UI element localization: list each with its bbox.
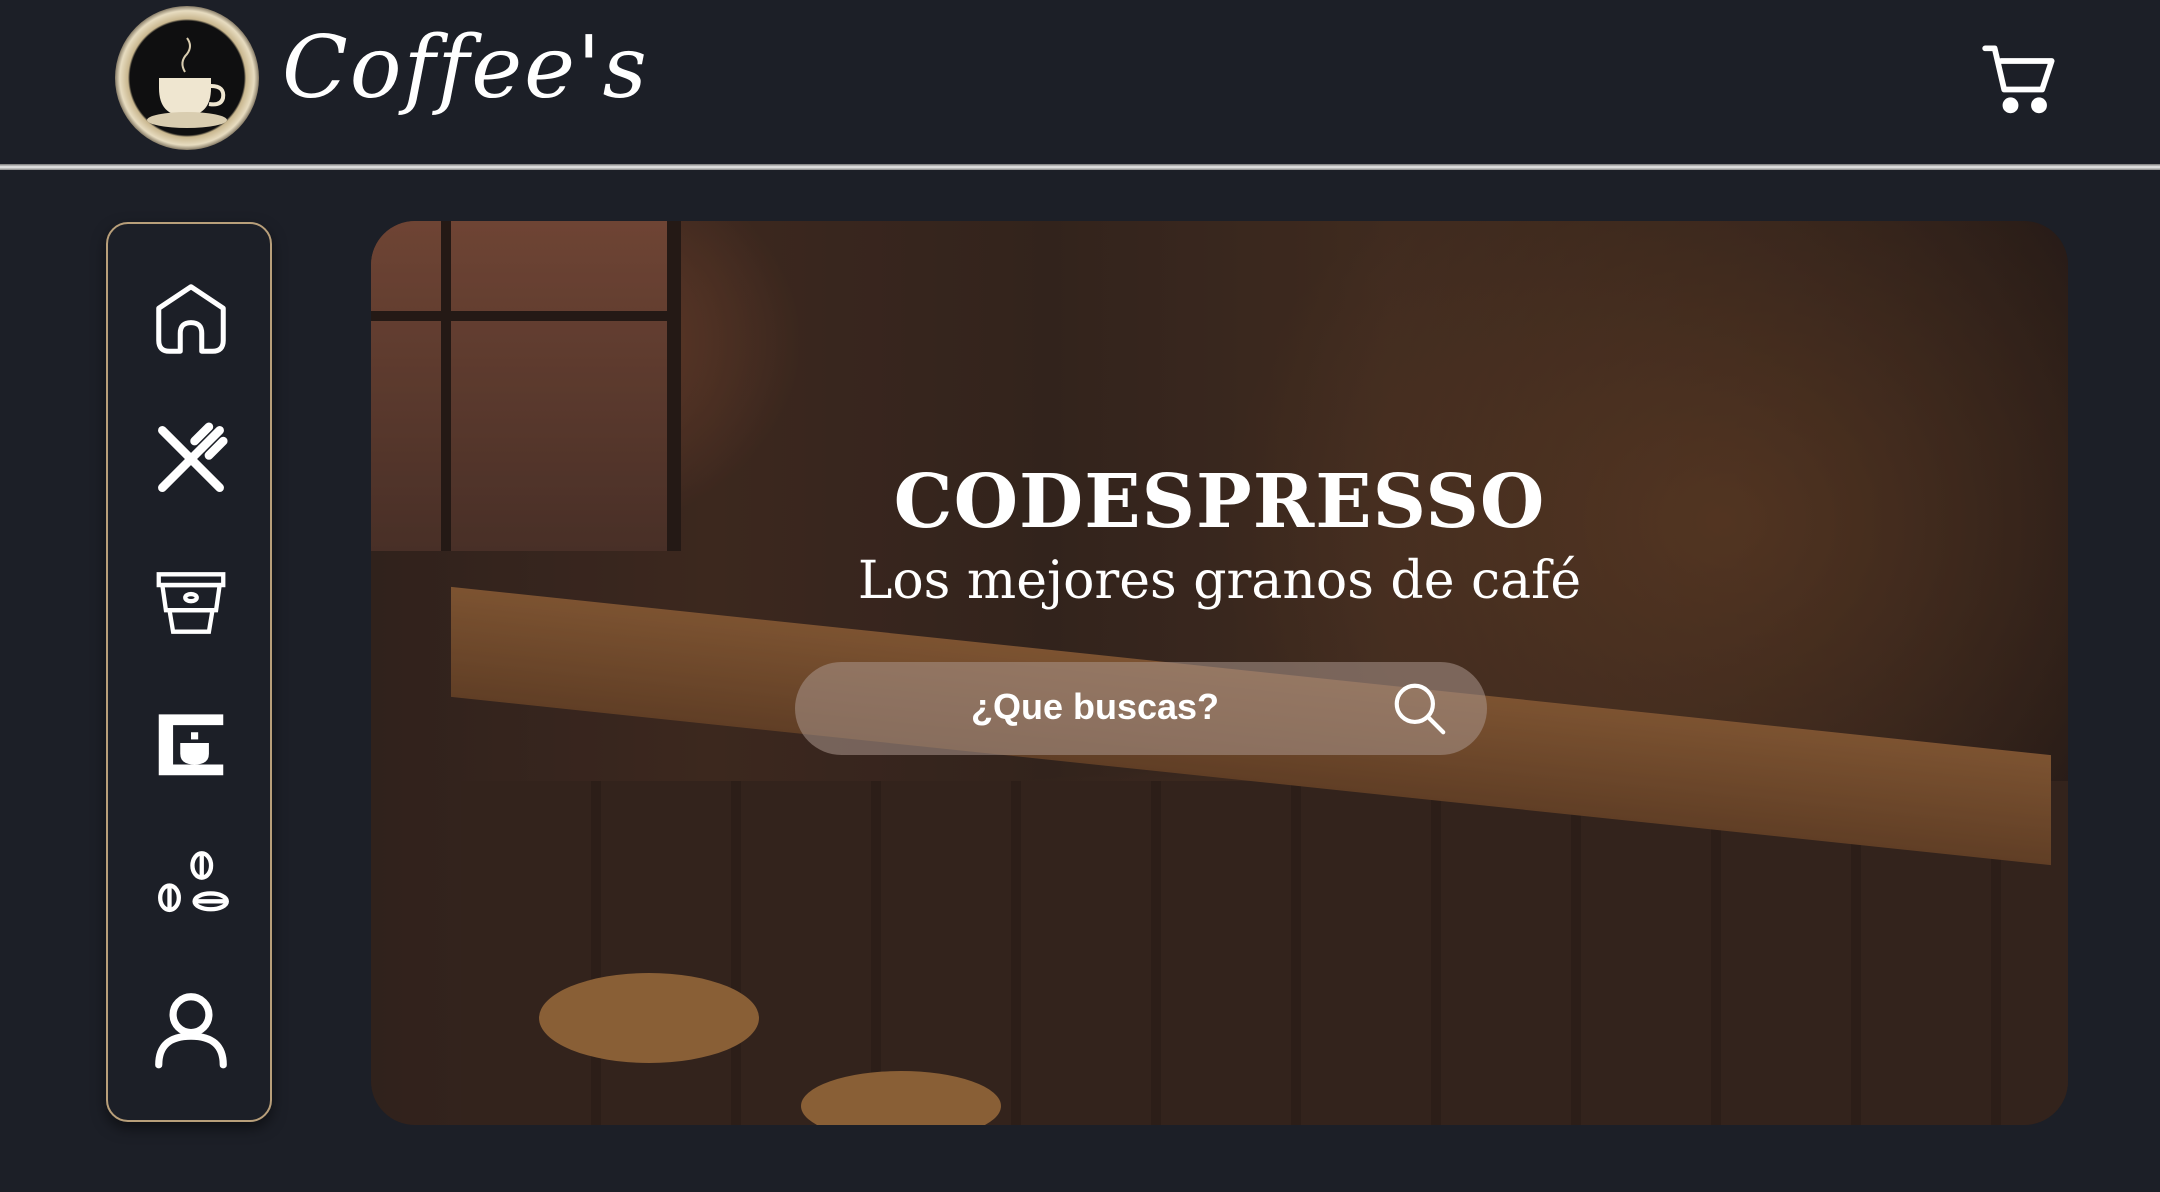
hero-subtitle: Los mejores granos de café [857,551,1582,611]
coffee-machine-icon[interactable] [148,700,234,786]
header: Coffee's [0,0,2160,166]
hero-banner: CODESPRESSO Los mejores granos de café ¿… [371,221,2068,1125]
user-icon[interactable] [148,986,234,1072]
header-divider [0,164,2160,170]
knife-fork-icon[interactable] [148,416,234,502]
brand-name[interactable]: Coffee's [282,18,649,118]
hero-title: CODESPRESSO [893,459,1546,545]
coffee-beans-icon[interactable] [148,844,234,930]
cart-icon[interactable] [1982,42,2058,118]
home-icon[interactable] [148,276,234,362]
coffee-cup-icon[interactable] [148,560,234,646]
logo[interactable] [115,6,259,150]
search-placeholder: ¿Que buscas? [970,686,1220,727]
search-input[interactable]: ¿Que buscas? [795,662,1487,755]
sidebar-nav [106,222,272,1122]
coffee-cup-logo-icon [147,37,227,128]
search-icon[interactable] [1389,678,1451,740]
